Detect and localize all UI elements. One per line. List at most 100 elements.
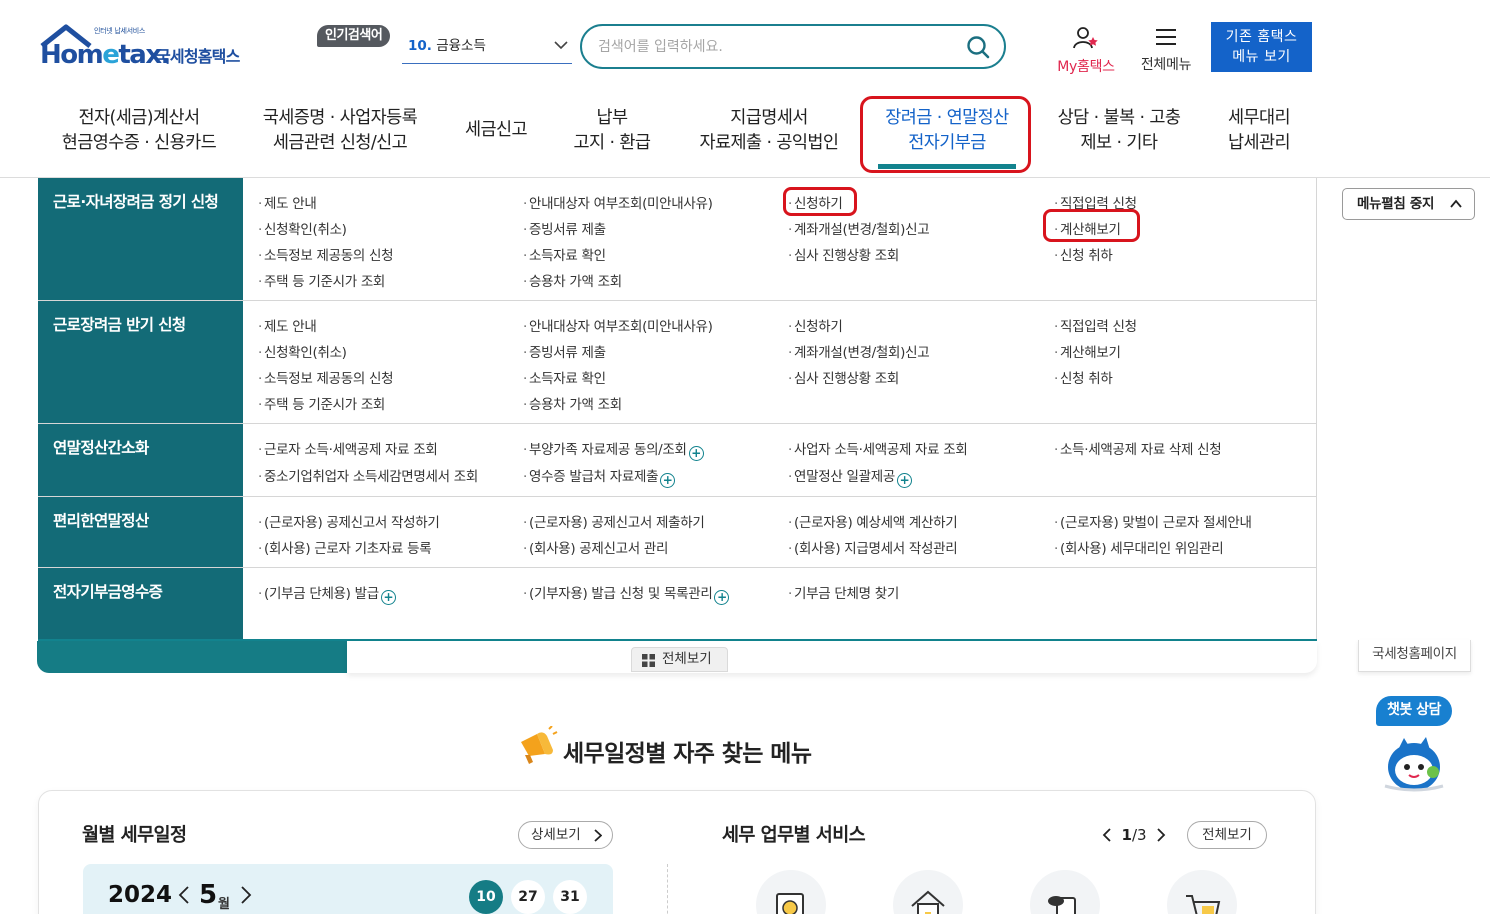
my-hometax-button[interactable]: My홈택스 — [1050, 26, 1122, 76]
my-hometax-label: My홈택스 — [1057, 59, 1115, 75]
menu-link[interactable]: 사업자 소득·세액공제 자료 조회 — [788, 438, 968, 458]
gnb-item-tax-report[interactable]: 세금신고 — [460, 118, 532, 143]
services-all-button[interactable]: 전체보기 — [1187, 821, 1267, 849]
menu-link-with-plus[interactable]: 부양가족 자료제공 동의/조회+ — [523, 438, 704, 461]
menu-link-with-plus[interactable]: 영수증 발급처 자료제출+ — [523, 465, 676, 488]
menu-link[interactable]: (회사용) 지급명세서 작성관리 — [788, 537, 958, 557]
menu-link[interactable]: 심사 진행상황 조회 — [788, 367, 899, 387]
menu-link[interactable]: 계산해보기 — [1054, 341, 1121, 361]
day-chip[interactable]: 27 — [511, 880, 545, 914]
search-input[interactable] — [598, 36, 948, 58]
menu-link[interactable]: 소득자료 확인 — [523, 244, 606, 264]
menu-link[interactable]: 직접입력 신청 — [1054, 192, 1137, 212]
gnb-item-consulting[interactable]: 상담 · 불복 · 고충 제보 · 기타 — [1054, 106, 1184, 156]
next-page-icon[interactable] — [1156, 828, 1166, 842]
plus-circle-icon: + — [380, 590, 396, 605]
page-current: 1 — [1121, 826, 1132, 844]
menu-link[interactable]: 승용차 가액 조회 — [523, 270, 622, 290]
old-hometax-menu-button[interactable]: 기존 홈택스 메뉴 보기 — [1211, 22, 1312, 72]
menu-link[interactable]: 근로자 소득·세액공제 자료 조회 — [258, 438, 438, 458]
menu-link[interactable]: 소득정보 제공동의 신청 — [258, 244, 393, 264]
menu-link-with-plus[interactable]: (기부자용) 발급 신청 및 목록관리+ — [523, 582, 730, 605]
user-icon — [1073, 27, 1098, 49]
menu-link[interactable]: (근로자용) 공제신고서 제출하기 — [523, 511, 705, 531]
menu-link[interactable]: 계좌개설(변경/철회)신고 — [788, 218, 930, 238]
frequent-menu-title-text: 세무일정별 자주 찾는 메뉴 — [563, 741, 812, 767]
gnb-item-certificate[interactable]: 국세증명 · 사업자등록 세금관련 신청/신고 — [260, 106, 420, 156]
chatbot-button[interactable]: 챗봇 상담 — [1376, 696, 1452, 726]
gnb-item-payment[interactable]: 납부 고지 · 환급 — [570, 106, 654, 156]
menu-link[interactable]: 중소기업취업자 소득세감면명세서 조회 — [258, 465, 478, 485]
old-hometax-line1: 기존 홈택스 — [1225, 29, 1298, 45]
menu-link[interactable]: 소득정보 제공동의 신청 — [258, 367, 393, 387]
gnb-line2: 납세관리 — [1228, 133, 1291, 153]
chatbot-mascot-icon[interactable] — [1384, 734, 1444, 794]
gnb-item-tax-agent[interactable]: 세무대리 납세관리 — [1224, 106, 1294, 156]
calendar-year: 2024 — [108, 882, 173, 908]
menu-link[interactable]: 심사 진행상황 조회 — [788, 244, 899, 264]
menu-link[interactable]: 기부금 단체명 찾기 — [788, 582, 899, 602]
gnb-line2: 현금영수증 · 신용카드 — [61, 133, 217, 153]
apply-link[interactable]: 신청하기 — [788, 192, 843, 212]
hometax-logo[interactable]: 인터넷 납세서비스 Hometax. 국세청홈택스 — [38, 22, 253, 74]
logo-tagline: 인터넷 납세서비스 — [94, 27, 146, 35]
panel-footer-right — [347, 641, 1317, 673]
gnb-item-payment-statement[interactable]: 지급명세서 자료제출 · 공익법인 — [696, 106, 842, 156]
monthly-detail-button[interactable]: 상세보기 — [518, 821, 613, 849]
menu-link[interactable]: 신청 취하 — [1054, 244, 1113, 264]
plus-circle-icon: + — [714, 590, 730, 605]
menu-link[interactable]: 제도 안내 — [258, 192, 317, 212]
chevron-right-icon — [594, 829, 602, 842]
menu-link[interactable]: 신청 취하 — [1054, 367, 1113, 387]
menu-link[interactable]: 안내대상자 여부조회(미안내사유) — [523, 315, 713, 335]
gnb-item-e-invoice[interactable]: 전자(세금)계산서 현금영수증 · 신용카드 — [60, 106, 218, 156]
menu-link[interactable]: 직접입력 신청 — [1054, 315, 1137, 335]
calendar-month-unit: 월 — [218, 897, 230, 912]
popular-search-select[interactable]: 10. 금융소득 — [402, 34, 572, 64]
menu-link[interactable]: 신청하기 — [788, 315, 843, 335]
menu-link[interactable]: 소득·세액공제 자료 삭제 신청 — [1054, 438, 1222, 458]
full-view-tab[interactable]: 전체보기 — [631, 647, 728, 672]
grid-icon — [642, 654, 655, 667]
menu-link[interactable]: 증빙서류 제출 — [523, 341, 606, 361]
stop-menu-unfold-button[interactable]: 메뉴펼침 중지 — [1342, 188, 1475, 220]
full-view-label: 전체보기 — [662, 651, 712, 667]
menu-link-label: 연말정산 일괄제공 — [794, 469, 895, 485]
menu-link-with-plus[interactable]: (기부금 단체용) 발급+ — [258, 582, 396, 605]
menu-link[interactable]: 신청확인(취소) — [258, 218, 347, 238]
menu-link[interactable]: 계좌개설(변경/철회)신고 — [788, 341, 930, 361]
menu-link[interactable]: 신청확인(취소) — [258, 341, 347, 361]
gnb-line2: 자료제출 · 공익법인 — [699, 133, 839, 153]
logo-kr: 국세청홈택스 — [156, 47, 240, 66]
menu-link-with-plus[interactable]: 연말정산 일괄제공+ — [788, 465, 912, 488]
calculate-link[interactable]: 계산해보기 — [1054, 218, 1121, 238]
menu-link[interactable]: 제도 안내 — [258, 315, 317, 335]
menu-link[interactable]: 증빙서류 제출 — [523, 218, 606, 238]
search-icon[interactable] — [966, 35, 990, 59]
day-chip[interactable]: 10 — [469, 880, 503, 914]
menu-link[interactable]: (회사용) 공제신고서 관리 — [523, 537, 668, 557]
gnb-item-incentive-settlement[interactable]: 장려금 · 연말정산 전자기부금 — [878, 106, 1016, 169]
mega-section-regular-incentive: 근로·자녀장려금 정기 신청 제도 안내 신청확인(취소) 소득정보 제공동의 … — [38, 178, 1317, 301]
menu-link[interactable]: (회사용) 근로자 기초자료 등록 — [258, 537, 432, 557]
chevron-down-icon — [554, 41, 568, 50]
menu-link-label: (기부금 단체용) 발급 — [264, 586, 379, 602]
prev-page-icon[interactable] — [1102, 828, 1112, 842]
day-chip[interactable]: 31 — [553, 880, 587, 914]
menu-link[interactable]: 주택 등 기준시가 조회 — [258, 393, 385, 413]
nts-homepage-link[interactable]: 국세청홈페이지 — [1358, 640, 1471, 672]
menu-link[interactable]: (근로자용) 예상세액 계산하기 — [788, 511, 958, 531]
menu-link[interactable]: 안내대상자 여부조회(미안내사유) — [523, 192, 713, 212]
section-title: 연말정산간소화 — [53, 439, 149, 457]
menu-link[interactable]: (근로자용) 맞벌이 근로자 절세안내 — [1054, 511, 1252, 531]
mega-section-convenient-settlement: 편리한연말정산 (근로자용) 공제신고서 작성하기 (회사용) 근로자 기초자료… — [38, 497, 1317, 568]
menu-link[interactable]: (회사용) 세무대리인 위임관리 — [1054, 537, 1224, 557]
menu-link[interactable]: 승용차 가액 조회 — [523, 393, 622, 413]
gnb-line1: 세금신고 — [465, 120, 528, 140]
all-menu-button[interactable]: 전체메뉴 — [1134, 26, 1198, 74]
next-month-icon[interactable] — [240, 886, 252, 904]
menu-link[interactable]: 주택 등 기준시가 조회 — [258, 270, 385, 290]
prev-month-icon[interactable] — [178, 886, 190, 904]
menu-link[interactable]: (근로자용) 공제신고서 작성하기 — [258, 511, 440, 531]
menu-link[interactable]: 소득자료 확인 — [523, 367, 606, 387]
